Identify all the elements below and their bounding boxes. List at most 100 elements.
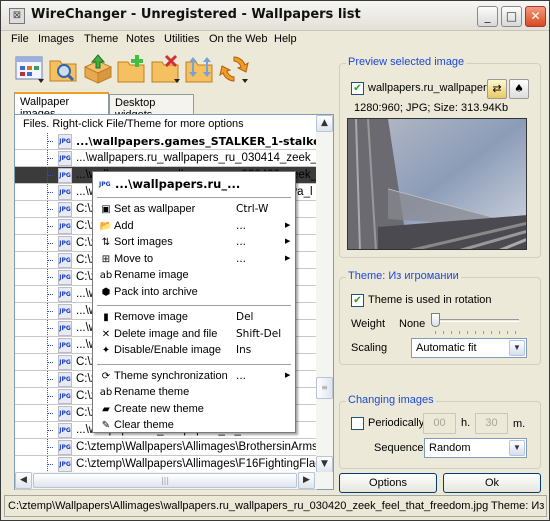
context-menu-item-add[interactable]: 📂 Add... ▶ [95,219,293,235]
context-menu-item-sort-images[interactable]: ⇅ Sort images... ▶ [95,235,293,251]
pack-archive-icon[interactable] [82,53,114,85]
preview-options-button[interactable]: ♠ [509,79,529,99]
scroll-up-button[interactable]: ▲ [316,115,333,132]
menu-utilities[interactable]: Utilities [164,33,199,45]
horizontal-scroll-thumb[interactable]: ||| [33,473,297,488]
move-folder-icon[interactable] [184,53,216,85]
context-menu-title: ...\wallpapers.ru_... [115,177,241,191]
theme-rotation-checkbox[interactable]: ✔ [351,294,364,307]
browse-folder-icon[interactable] [48,53,80,85]
jpg-file-icon: JPG [58,372,72,387]
file-list-row[interactable]: JPG C:\ztemp\Wallpapers\Allimages\Brother… [15,439,317,456]
menu-bar: File Images Theme Notes Utilities On the… [1,31,549,49]
menu-separator [97,363,291,365]
preview-checkbox[interactable]: ✔ [351,82,364,95]
context-menu-item-remove-image[interactable]: ▮ Remove image Del [95,310,293,326]
tab-wallpaper-images[interactable]: Wallpaper images [14,92,109,120]
changing-images-group: Changing images [339,394,541,469]
context-menu-item-rename-theme[interactable]: ab Rename theme [95,385,293,401]
jpg-file-icon: JPG [99,181,111,188]
context-menu-item-rename-image[interactable]: ab Rename image [95,268,293,284]
menu-item-shortcut: ... [236,369,247,382]
set-wallpaper-button[interactable]: ⇄ [487,79,507,99]
weight-slider-ticks [435,331,519,334]
menu-on-the-web[interactable]: On the Web [209,33,268,45]
view-options-icon[interactable] [14,53,46,85]
menu-item-label: Delete image and file [114,327,218,340]
file-list-row[interactable]: JPG ...\wallpapers.ru_wallpapers_ru_03041… [15,150,317,167]
submenu-arrow-icon: ▶ [285,237,291,245]
weight-slider-track[interactable] [435,319,519,322]
minimize-button[interactable]: _ [477,6,498,27]
tree-connector [47,422,55,438]
weight-label: Weight [351,318,386,330]
minutes-unit: m. [513,418,526,430]
app-window: ⊠ WireChanger - Unregistered - Wallpaper… [0,0,550,521]
chevron-down-icon[interactable]: ▼ [509,340,525,356]
maximize-button[interactable]: □ [501,6,522,27]
sort-arrows-icon: ⇅ [101,237,111,248]
refresh-icon[interactable] [218,53,250,85]
tree-connector [47,456,55,472]
options-button[interactable]: Options [339,473,437,493]
delete-x-icon: ✕ [101,328,111,340]
preview-image [347,118,527,250]
jpg-file-icon: JPG [58,440,72,455]
tree-connector [47,439,55,455]
sequence-select[interactable]: Random ▼ [424,438,527,458]
vertical-scrollbar[interactable]: ▲ ≡ ▼ [316,115,333,473]
sync-icon: ⟳ [101,370,111,382]
menu-theme[interactable]: Theme [84,33,118,45]
menu-file[interactable]: File [11,33,29,45]
context-menu-item-delete-image-and-file[interactable]: ✕ Delete image and file Shift-Del [95,327,293,343]
file-list-row[interactable]: JPG ...\wallpapers.games_STALKER_1-stalke… [15,133,317,150]
vertical-scroll-thumb[interactable]: ≡ [316,377,333,399]
remove-folder-icon[interactable] [150,53,182,85]
menu-images[interactable]: Images [38,33,74,45]
context-menu-item-pack-into-archive[interactable]: ⬢ Pack into archive [95,285,293,301]
title-bar[interactable]: ⊠ WireChanger - Unregistered - Wallpaper… [1,1,549,31]
file-list-row[interactable]: JPG C:\ztemp\Wallpapers\Allimages\F16Figh… [15,456,317,473]
context-menu-item-move-to[interactable]: ⊞ Move to... ▶ [95,252,293,268]
scaling-select[interactable]: Automatic fit ▼ [411,338,527,358]
menu-item-shortcut: Shift-Del [236,327,282,340]
ok-button[interactable]: Ok [443,473,541,493]
tab-desktop-widgets[interactable]: Desktop widgets [109,94,194,121]
app-icon: ⊠ [9,8,25,24]
hours-unit: h. [461,417,471,429]
chevron-down-icon[interactable]: ▼ [509,440,525,456]
scroll-down-button[interactable]: ▼ [316,456,333,473]
close-button[interactable]: ✕ [525,6,546,27]
scroll-right-button[interactable]: ▶ [298,472,315,489]
clear-theme-icon: ✎ [101,420,111,431]
add-folder-icon[interactable] [116,53,148,85]
submenu-arrow-icon: ▶ [285,220,291,229]
context-menu-item-set-as-wallpaper[interactable]: ▣ Set as wallpaper Ctrl-W [95,202,293,218]
context-menu-item-disable-enable-image[interactable]: ✦ Disable/Enable image Ins [95,343,293,359]
preview-filename: wallpapers.ru_wallpapers_ [368,82,499,94]
tree-connector [47,388,55,404]
weight-slider-thumb[interactable] [431,313,440,327]
file-path: ...\wallpapers.ru_wallpapers_ru_030414_z… [76,152,317,164]
tree-connector [47,303,55,319]
hours-input[interactable]: 00 [423,413,456,434]
tree-connector [47,184,55,200]
monitor-icon: ▣ [101,204,111,215]
jpg-file-icon: JPG [58,389,72,404]
scroll-left-button[interactable]: ◀ [15,472,32,489]
minutes-input[interactable]: 30 [475,413,508,434]
jpg-file-icon: JPG [58,219,72,234]
jpg-file-icon: JPG [58,457,72,472]
horizontal-scrollbar[interactable]: ◀ ||| ▶ [15,472,333,489]
context-menu-item-clear-theme[interactable]: ✎ Clear theme [95,418,293,434]
context-menu-item-theme-synchronization[interactable]: ⟳ Theme synchronization... ▶ [95,369,293,385]
menu-item-shortcut: ... [236,236,247,248]
archive-icon: ⬢ [101,286,111,298]
menu-notes[interactable]: Notes [126,33,155,45]
new-folder-icon: ▰ [102,403,110,415]
tree-connector [47,371,55,387]
periodically-checkbox[interactable] [351,417,364,430]
tree-connector [47,218,55,234]
context-menu-item-create-new-theme[interactable]: ▰ Create new theme [95,402,293,418]
menu-help[interactable]: Help [274,33,297,45]
